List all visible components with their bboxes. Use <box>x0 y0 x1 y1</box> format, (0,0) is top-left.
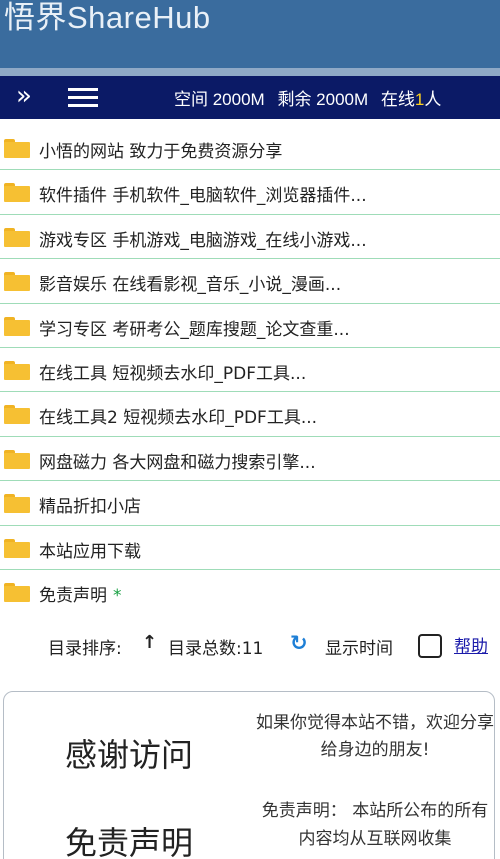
disclaimer-heading: 免责声明 <box>65 824 194 859</box>
directory-count: 目录总数:11 <box>168 639 264 659</box>
folder-label[interactable]: 本站应用下载 <box>39 537 141 562</box>
refresh-icon[interactable]: ↻ <box>290 631 308 655</box>
double-chevron-right-icon[interactable]: » <box>16 81 32 111</box>
folder-item[interactable]: 学习专区 考研考公_题库搜题_论文查重... <box>0 304 500 348</box>
folder-label[interactable]: 网盘磁力 各大网盘和磁力搜索引擎... <box>39 448 316 473</box>
folder-item[interactable]: 本站应用下载 <box>0 526 500 570</box>
folder-label-text: 网盘磁力 各大网盘和磁力搜索引擎... <box>39 452 316 473</box>
folder-icon <box>4 183 30 203</box>
folder-item[interactable]: 影音娱乐 在线看影视_音乐_小说_漫画... <box>0 259 500 304</box>
space-total: 空间 2000M <box>174 90 265 109</box>
folder-label[interactable]: 软件插件 手机软件_电脑软件_浏览器插件... <box>39 181 367 206</box>
thanks-text: 如果你觉得本站不错，欢迎分享给身边的朋友! <box>256 713 494 760</box>
folder-icon <box>4 538 30 558</box>
folder-label-text: 本站应用下载 <box>39 541 141 562</box>
folder-label[interactable]: 影音娱乐 在线看影视_音乐_小说_漫画... <box>39 270 341 295</box>
info-card: 感谢访问 如果你觉得本站不错，欢迎分享给身边的朋友! 免责声明 免责声明： 本站… <box>3 691 495 859</box>
hamburger-menu-icon[interactable] <box>68 88 98 108</box>
online-count: 1 <box>414 90 425 109</box>
space-remaining: 剩余 2000M <box>277 90 369 109</box>
show-time-label: 显示时间 <box>325 639 393 659</box>
folder-list: 小悟的网站 致力于免费资源分享软件插件 手机软件_电脑软件_浏览器插件... 游戏… <box>0 126 500 614</box>
folder-label-text: 影音娱乐 在线看影视_音乐_小说_漫画... <box>39 275 342 296</box>
thanks-heading: 感谢访问 <box>65 736 194 774</box>
folder-icon <box>4 227 30 247</box>
folder-label[interactable]: 在线工具 短视频去水印_PDF工具... <box>39 359 306 384</box>
folder-item[interactable]: 精品折扣小店 <box>0 481 500 526</box>
folder-item[interactable]: 免责声明 * <box>0 570 500 614</box>
folder-icon <box>4 316 30 336</box>
folder-icon <box>4 139 30 158</box>
header-divider <box>0 68 500 76</box>
folder-label-text: 小悟的网站 致力于免费资源分享 <box>39 142 283 162</box>
show-time-checkbox[interactable] <box>418 634 442 658</box>
folder-label-text: 在线工具 短视频去水印_PDF工具... <box>39 363 307 384</box>
folder-label-text: 软件插件 手机软件_电脑软件_浏览器插件... <box>39 186 367 207</box>
toolbar: » 空间 2000M 剩余 2000M 在线1人 <box>0 76 500 119</box>
folder-label[interactable]: 小悟的网站 致力于免费资源分享 <box>39 137 282 162</box>
folder-label-text: 学习专区 考研考公_题库搜题_论文查重... <box>39 319 350 340</box>
new-star-icon: * <box>113 585 122 606</box>
folder-icon <box>4 449 30 469</box>
folder-item[interactable]: 在线工具 短视频去水印_PDF工具... <box>0 348 500 393</box>
online-label: 在线 <box>380 90 415 109</box>
folder-label[interactable]: 精品折扣小店 <box>39 492 141 517</box>
sort-arrow-icon[interactable]: ↑ <box>142 632 157 653</box>
folder-icon <box>4 494 30 514</box>
sort-label: 目录排序: <box>48 639 122 659</box>
folder-label[interactable]: 免责声明 * <box>39 581 122 606</box>
disclaimer-text: 免责声明： 本站所公布的所有内容均从互联网收集 <box>261 801 489 849</box>
folder-icon <box>4 272 30 292</box>
storage-stats: 空间 2000M 剩余 2000M 在线1人 <box>174 85 441 110</box>
folder-item[interactable]: 网盘磁力 各大网盘和磁力搜索引擎... <box>0 437 500 482</box>
folder-label[interactable]: 学习专区 考研考公_题库搜题_论文查重... <box>39 315 350 340</box>
folder-label-text: 精品折扣小店 <box>39 497 141 518</box>
folder-item[interactable]: 在线工具2 短视频去水印_PDF工具... <box>0 392 500 437</box>
online-unit: 人 <box>424 90 442 109</box>
folder-label-text: 免责声明 <box>39 585 107 606</box>
folder-item[interactable]: 软件插件 手机软件_电脑软件_浏览器插件... <box>0 170 500 215</box>
directory-controls: 目录排序: ↑ 目录总数:11 ↻ 显示时间 帮助 <box>0 628 500 662</box>
folder-icon <box>4 582 30 602</box>
help-link[interactable]: 帮助 <box>454 632 488 657</box>
folder-icon <box>4 405 30 425</box>
folder-label[interactable]: 游戏专区 手机游戏_电脑游戏_在线小游戏... <box>39 226 367 251</box>
site-title[interactable]: 悟界ShareHub <box>4 0 211 37</box>
folder-label[interactable]: 在线工具2 短视频去水印_PDF工具... <box>39 403 317 428</box>
folder-item[interactable]: 小悟的网站 致力于免费资源分享 <box>0 126 500 171</box>
folder-icon <box>4 360 30 380</box>
site-header: 悟界ShareHub <box>0 0 500 68</box>
folder-label-text: 在线工具2 短视频去水印_PDF工具... <box>39 408 318 429</box>
folder-item[interactable]: 游戏专区 手机游戏_电脑游戏_在线小游戏... <box>0 215 500 260</box>
folder-label-text: 游戏专区 手机游戏_电脑游戏_在线小游戏... <box>39 230 367 251</box>
